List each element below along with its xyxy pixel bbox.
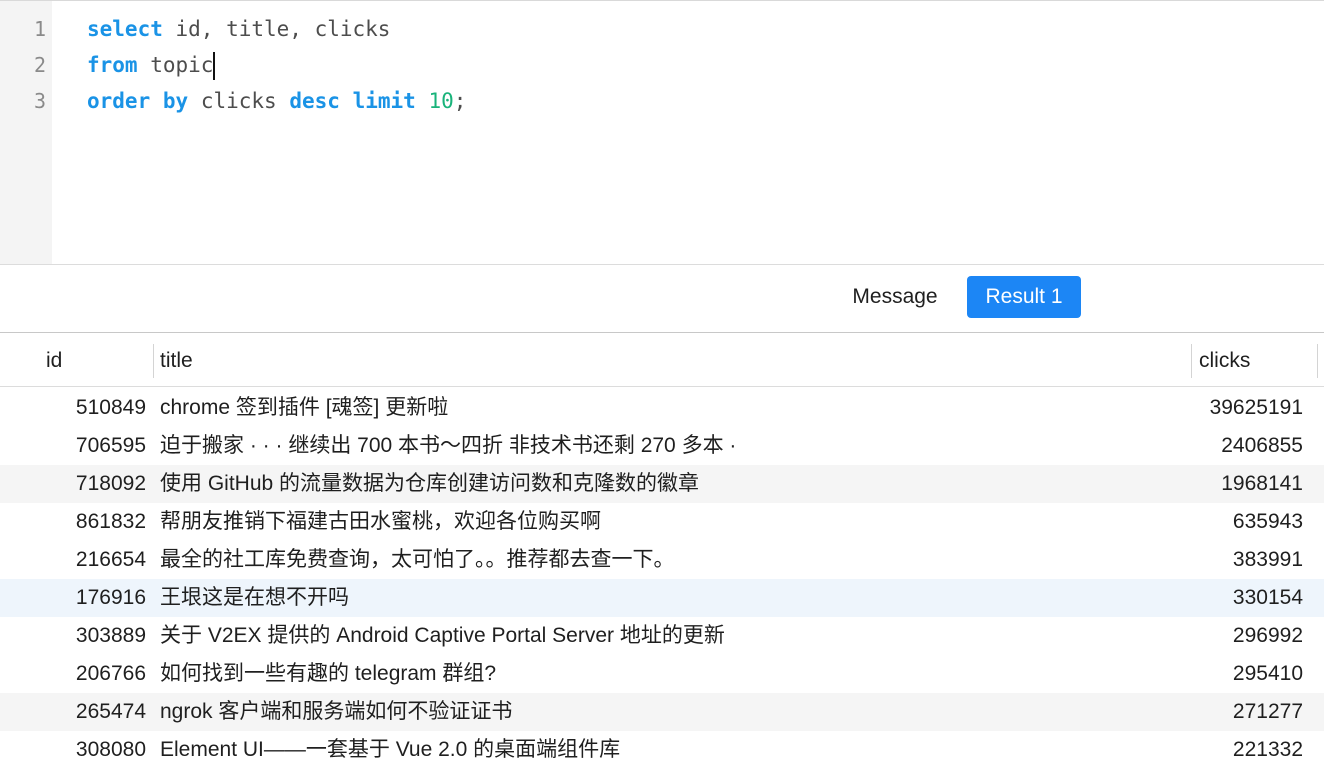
cell-clicks[interactable]: 383991 — [1160, 541, 1303, 579]
sql-number: 10 — [428, 89, 454, 113]
results-grid: id title clicks 510849 chrome 签到插件 [魂签] 更… — [0, 334, 1324, 778]
tab-message[interactable]: Message — [836, 276, 954, 318]
cell-clicks[interactable]: 296992 — [1160, 617, 1303, 655]
table-row[interactable]: 510849 chrome 签到插件 [魂签] 更新啦 39625191 — [0, 389, 1324, 427]
column-resize-handle[interactable] — [1191, 344, 1192, 378]
cell-title[interactable]: 帮朋友推销下福建古田水蜜桃，欢迎各位购买啊 — [160, 503, 1180, 541]
sql-keyword: order — [87, 89, 151, 113]
cell-clicks[interactable]: 39625191 — [1160, 389, 1303, 427]
cell-title[interactable]: 使用 GitHub 的流量数据为仓库创建访问数和克隆数的徽章 — [160, 465, 1180, 503]
table-row[interactable]: 216654 最全的社工库免费查询，太可怕了。。推荐都去查一下。 383991 — [0, 541, 1324, 579]
code-line-2[interactable]: from topic — [87, 47, 216, 83]
cell-title[interactable]: 王垠这是在想不开吗 — [160, 579, 1180, 617]
cell-clicks[interactable]: 221332 — [1160, 731, 1303, 769]
table-row[interactable]: 706595 迫于搬家 · · · 继续出 700 本书～四折 非技术书还剩 27… — [0, 427, 1324, 465]
cell-id[interactable]: 206766 — [30, 655, 146, 693]
cell-id[interactable]: 303889 — [30, 617, 146, 655]
result-tab-bar: Message Result 1 — [0, 265, 1324, 333]
cell-id[interactable]: 265474 — [30, 693, 146, 731]
sql-text: clicks — [188, 89, 290, 113]
column-resize-handle[interactable] — [153, 344, 154, 378]
cell-title[interactable]: 如何找到一些有趣的 telegram 群组? — [160, 655, 1180, 693]
cell-id[interactable]: 861832 — [30, 503, 146, 541]
cell-title[interactable]: Element UI——一套基于 Vue 2.0 的桌面端组件库 — [160, 731, 1180, 769]
column-header-clicks[interactable]: clicks — [1199, 334, 1250, 387]
cell-clicks[interactable]: 330154 — [1160, 579, 1303, 617]
line-number: 3 — [33, 89, 46, 113]
column-header-id[interactable]: id — [46, 334, 62, 387]
sql-text: id, title, clicks — [162, 17, 391, 41]
cell-id[interactable]: 308080 — [30, 731, 146, 769]
cell-id[interactable]: 510849 — [30, 389, 146, 427]
sql-keyword: select — [87, 17, 163, 41]
code-line-3[interactable]: order by clicks desc limit 10; — [87, 83, 466, 119]
code-line-1[interactable]: select id, title, clicks — [87, 11, 390, 47]
line-number: 2 — [33, 53, 46, 77]
cell-title[interactable]: 最全的社工库免费查询，太可怕了。。推荐都去查一下。 — [160, 541, 1180, 579]
cell-id[interactable]: 718092 — [30, 465, 146, 503]
table-row[interactable]: 861832 帮朋友推销下福建古田水蜜桃，欢迎各位购买啊 635943 — [0, 503, 1324, 541]
cell-clicks[interactable]: 1968141 — [1160, 465, 1303, 503]
table-row[interactable]: 265474 ngrok 客户端和服务端如何不验证证书 271277 — [0, 693, 1324, 731]
sql-keyword: limit — [352, 89, 416, 113]
cell-clicks[interactable]: 635943 — [1160, 503, 1303, 541]
cell-clicks[interactable]: 295410 — [1160, 655, 1303, 693]
sql-keyword: desc — [289, 89, 340, 113]
table-row[interactable]: 176916 王垠这是在想不开吗 330154 — [0, 579, 1324, 617]
cell-clicks[interactable]: 271277 — [1160, 693, 1303, 731]
column-resize-handle[interactable] — [1317, 344, 1318, 378]
line-number: 1 — [33, 17, 46, 41]
table-row[interactable]: 718092 使用 GitHub 的流量数据为仓库创建访问数和克隆数的徽章 1968… — [0, 465, 1324, 503]
cell-title[interactable]: ngrok 客户端和服务端如何不验证证书 — [160, 693, 1180, 731]
sql-editor[interactable]: 1 2 3 select id, title, clicks from topi… — [0, 0, 1324, 265]
table-row[interactable]: 303889 关于 V2EX 提供的 Android Captive Portal… — [0, 617, 1324, 655]
grid-rows: 510849 chrome 签到插件 [魂签] 更新啦 39625191 706595… — [0, 389, 1324, 769]
sql-text: topic — [137, 53, 214, 77]
line-number-gutter: 1 2 3 — [0, 1, 52, 264]
sql-text: ; — [453, 89, 467, 113]
cell-clicks[interactable]: 2406855 — [1160, 427, 1303, 465]
grid-header: id title clicks — [0, 334, 1324, 387]
tab-result-1[interactable]: Result 1 — [967, 276, 1081, 318]
cell-title[interactable]: chrome 签到插件 [魂签] 更新啦 — [160, 389, 1180, 427]
sql-keyword: from — [87, 53, 138, 77]
cell-id[interactable]: 176916 — [30, 579, 146, 617]
cell-id[interactable]: 706595 — [30, 427, 146, 465]
table-row[interactable]: 308080 Element UI——一套基于 Vue 2.0 的桌面端组件库 22… — [0, 731, 1324, 769]
cell-title[interactable]: 迫于搬家 · · · 继续出 700 本书～四折 非技术书还剩 270 多本 · — [160, 427, 1180, 465]
cell-id[interactable]: 216654 — [30, 541, 146, 579]
text-cursor — [213, 52, 216, 80]
table-row[interactable]: 206766 如何找到一些有趣的 telegram 群组? 295410 — [0, 655, 1324, 693]
column-header-title[interactable]: title — [160, 334, 193, 387]
cell-title[interactable]: 关于 V2EX 提供的 Android Captive Portal Serve… — [160, 617, 1180, 655]
sql-keyword: by — [162, 89, 189, 113]
